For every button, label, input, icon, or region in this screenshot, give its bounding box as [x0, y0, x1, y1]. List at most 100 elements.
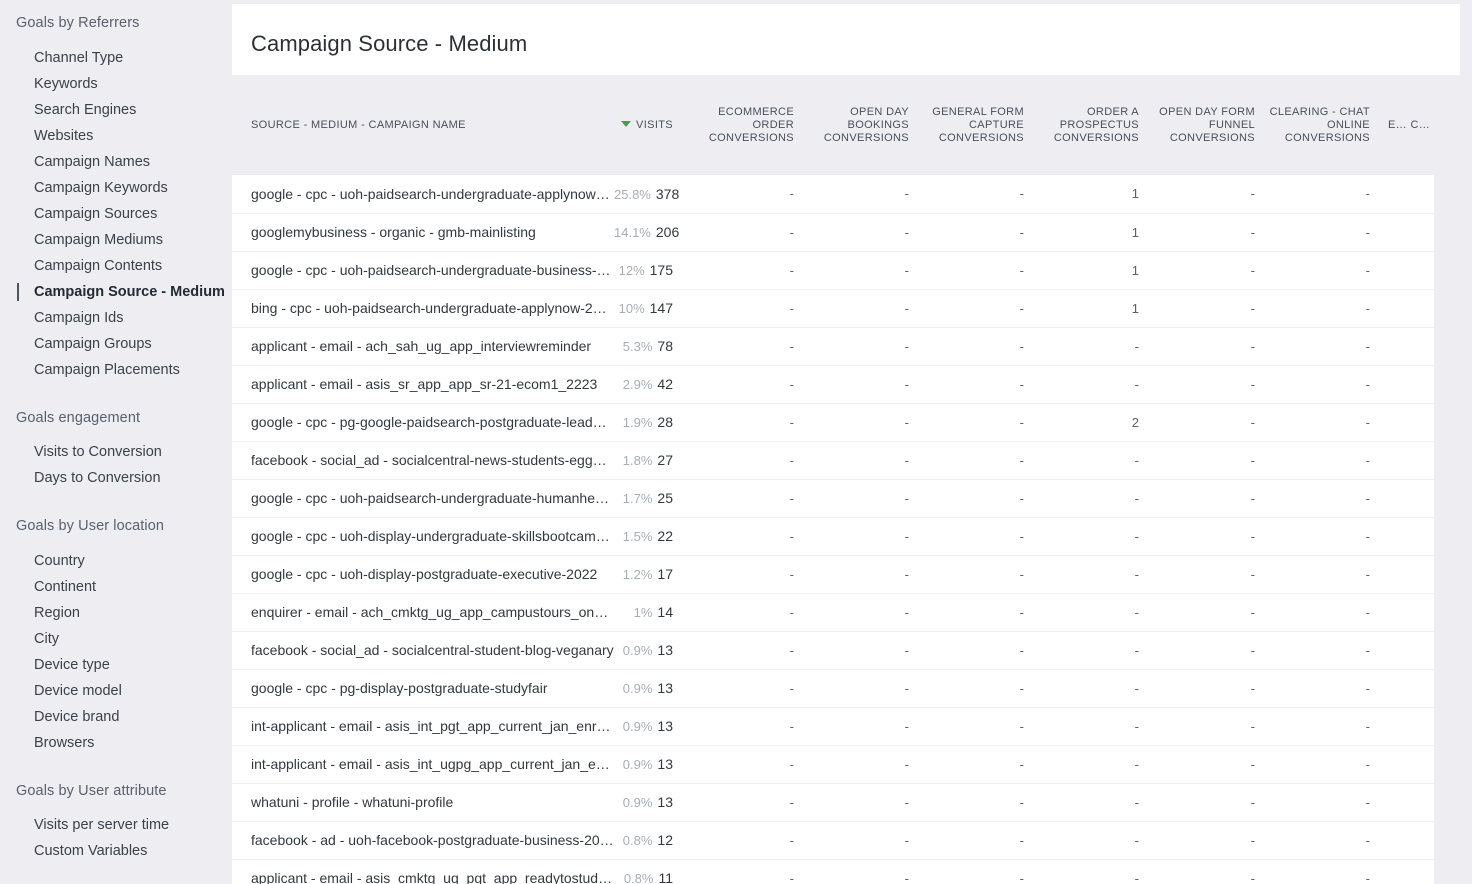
cell-metric-4: - — [1134, 832, 1139, 848]
sidebar-item-device-type[interactable]: Device type — [0, 652, 232, 678]
visits-percentage: 0.8% — [622, 833, 653, 848]
cell-source-medium-campaign-name[interactable]: enquirer - email - ach_cmktg_ug_app_camp… — [232, 593, 614, 631]
sidebar-item-websites[interactable]: Websites — [0, 123, 232, 149]
cell-source-medium-campaign-name[interactable]: int-applicant - email - asis_int_ugpg_ap… — [232, 745, 614, 783]
table-row[interactable]: facebook - social_ad - socialcentral-stu… — [232, 631, 1434, 669]
table-row[interactable]: applicant - email - asis_cmktg_ug_pgt_ap… — [232, 859, 1434, 884]
table-row[interactable]: whatuni - profile - whatuni-profile 0.9% 1… — [232, 783, 1434, 821]
column-header-clipped[interactable]: E… C… — [1380, 75, 1434, 175]
table-row[interactable]: googlemybusiness - organic - gmb-mainlis… — [232, 213, 1434, 251]
sidebar-item-days-to-conversion[interactable]: Days to Conversion — [0, 465, 232, 491]
column-header-visits[interactable]: VISITS — [614, 75, 689, 175]
column-header-source-medium-campaign-name[interactable]: SOURCE - MEDIUM - CAMPAIGN NAME — [232, 75, 614, 175]
cell-source-medium-campaign-name[interactable]: facebook - social_ad - socialcentral-stu… — [232, 631, 614, 669]
cell-metric-1: - — [789, 224, 794, 240]
sidebar-item-keywords[interactable]: Keywords — [0, 71, 232, 97]
column-header-ecommerce-order-conversions[interactable]: ECOMMERCE ORDER CONVERSIONS — [689, 75, 804, 175]
table-row[interactable]: facebook - ad - uoh-facebook-postgraduat… — [232, 821, 1434, 859]
report-table-container[interactable]: SOURCE - MEDIUM - CAMPAIGN NAME VISITS E… — [232, 75, 1434, 884]
table-row[interactable]: int-applicant - email - asis_int_ugpg_ap… — [232, 745, 1434, 783]
visits-percentage: 1% — [633, 605, 653, 620]
table-row[interactable]: google - cpc - uoh-paidsearch-undergradu… — [232, 479, 1434, 517]
cell-metric-3: - — [1019, 642, 1024, 658]
cell-source-medium-campaign-name[interactable]: applicant - email - asis_sr_app_app_sr-2… — [232, 365, 614, 403]
cell-metric-2: - — [904, 794, 909, 810]
sidebar-item-campaign-keywords[interactable]: Campaign Keywords — [0, 175, 232, 201]
cell-visits: 1.8% 27 — [614, 441, 689, 479]
cell-source-medium-campaign-name[interactable]: google - cpc - pg-display-postgraduate-s… — [232, 669, 614, 707]
sidebar-item-label: Campaign Names — [34, 153, 151, 170]
sidebar-item-custom-variables[interactable]: Custom Variables — [0, 838, 232, 864]
sidebar-item-channel-type[interactable]: Channel Type — [0, 45, 232, 71]
visits-percentage: 0.9% — [622, 681, 653, 696]
table-row[interactable]: applicant - email - asis_sr_app_app_sr-2… — [232, 365, 1434, 403]
cell-source-medium-campaign-name[interactable]: google - cpc - uoh-paidsearch-undergradu… — [232, 479, 614, 517]
sidebar-item-campaign-groups[interactable]: Campaign Groups — [0, 331, 232, 357]
sidebar-item-campaign-source-medium[interactable]: Campaign Source - Medium — [0, 279, 232, 305]
cell-source-medium-campaign-name[interactable]: google - cpc - uoh-display-postgraduate-… — [232, 555, 614, 593]
visits-value: 78 — [657, 338, 673, 354]
table-row[interactable]: enquirer - email - ach_cmktg_ug_app_camp… — [232, 593, 1434, 631]
sidebar-item-campaign-sources[interactable]: Campaign Sources — [0, 201, 232, 227]
sidebar-item-visits-to-conversion[interactable]: Visits to Conversion — [0, 439, 232, 465]
cell-source-medium-campaign-name[interactable]: whatuni - profile - whatuni-profile — [232, 783, 614, 821]
cell-source-medium-campaign-name[interactable]: google - cpc - pg-google-paidsearch-post… — [232, 403, 614, 441]
cell-metric-clipped — [1380, 441, 1434, 479]
cell-metric-4: 1 — [1131, 262, 1139, 278]
sidebar-item-campaign-names[interactable]: Campaign Names — [0, 149, 232, 175]
table-row[interactable]: google - cpc - uoh-display-postgraduate-… — [232, 555, 1434, 593]
table-row[interactable]: google - cpc - uoh-paidsearch-undergradu… — [232, 175, 1434, 213]
sidebar-item-campaign-ids[interactable]: Campaign Ids — [0, 305, 232, 331]
cell-source-medium-campaign-name[interactable]: bing - cpc - uoh-paidsearch-undergraduat… — [232, 289, 614, 327]
column-header-order-a-prospectus-conversions[interactable]: ORDER A PROSPECTUS CONVERSIONS — [1034, 75, 1149, 175]
cell-source-medium-campaign-name[interactable]: googlemybusiness - organic - gmb-mainlis… — [232, 213, 614, 251]
table-row[interactable]: google - cpc - uoh-display-undergraduate… — [232, 517, 1434, 555]
table-row[interactable]: applicant - email - ach_sah_ug_app_inter… — [232, 327, 1434, 365]
sidebar-item-campaign-contents[interactable]: Campaign Contents — [0, 253, 232, 279]
sidebar-item-continent[interactable]: Continent — [0, 574, 232, 600]
column-header-general-form-capture-conversions[interactable]: GENERAL FORM CAPTURE CONVERSIONS — [919, 75, 1034, 175]
column-header-open-day-bookings-conversions[interactable]: OPEN DAY BOOKINGS CONVERSIONS — [804, 75, 919, 175]
cell-metric-6: - — [1365, 718, 1370, 734]
cell-source-medium-campaign-name[interactable]: google - cpc - uoh-paidsearch-undergradu… — [232, 175, 614, 213]
sidebar-item-label: Campaign Sources — [34, 205, 158, 222]
sidebar-item-browsers[interactable]: Browsers — [0, 730, 232, 756]
sidebar-item-search-engines[interactable]: Search Engines — [0, 97, 232, 123]
cell-metric-4: - — [1134, 870, 1139, 884]
visits-value: 13 — [657, 718, 673, 734]
sidebar-group-title: Goals by User attribute — [16, 782, 167, 799]
column-header-label: ORDER A PROSPECTUS CONVERSIONS — [1053, 105, 1139, 144]
table-row[interactable]: google - cpc - pg-display-postgraduate-s… — [232, 669, 1434, 707]
cell-metric-5: - — [1250, 224, 1255, 240]
cell-source-medium-campaign-name[interactable]: google - cpc - uoh-display-undergraduate… — [232, 517, 614, 555]
sidebar-item-region[interactable]: Region — [0, 600, 232, 626]
cell-source-medium-campaign-name[interactable]: int-applicant - email - asis_int_pgt_app… — [232, 707, 614, 745]
visits-percentage: 0.9% — [622, 643, 653, 658]
cell-source-medium-campaign-name[interactable]: applicant - email - asis_cmktg_ug_pgt_ap… — [232, 859, 614, 884]
cell-source-medium-campaign-name[interactable]: applicant - email - ach_sah_ug_app_inter… — [232, 327, 614, 365]
sidebar-item-device-model[interactable]: Device model — [0, 678, 232, 704]
sidebar-item-visits-per-server-time[interactable]: Visits per server time — [0, 812, 232, 838]
sidebar-item-label: Visits per server time — [34, 817, 170, 833]
sidebar-item-campaign-placements[interactable]: Campaign Placements — [0, 357, 232, 383]
column-header-label: OPEN DAY BOOKINGS CONVERSIONS — [823, 105, 909, 144]
sidebar-item-country[interactable]: Country — [0, 548, 232, 574]
cell-source-medium-campaign-name[interactable]: google - cpc - uoh-paidsearch-undergradu… — [232, 251, 614, 289]
column-header-open-day-form-funnel-conversions[interactable]: OPEN DAY FORM FUNNEL CONVERSIONS — [1149, 75, 1265, 175]
sidebar-item-device-brand[interactable]: Device brand — [0, 704, 232, 730]
table-row[interactable]: google - cpc - uoh-paidsearch-undergradu… — [232, 251, 1434, 289]
sidebar-item-campaign-mediums[interactable]: Campaign Mediums — [0, 227, 232, 253]
sidebar-item-label: Browsers — [34, 734, 95, 751]
table-row[interactable]: int-applicant - email - asis_int_pgt_app… — [232, 707, 1434, 745]
cell-source-medium-campaign-name[interactable]: facebook - ad - uoh-facebook-postgraduat… — [232, 821, 614, 859]
table-row[interactable]: google - cpc - pg-google-paidsearch-post… — [232, 403, 1434, 441]
left-sidebar-navigation: Goals by Referrers Channel Type Keywords Se… — [0, 0, 232, 884]
sidebar-item-city[interactable]: City — [0, 626, 232, 652]
cell-source-medium-campaign-name[interactable]: facebook - social_ad - socialcentral-new… — [232, 441, 614, 479]
sidebar-item-label: Region — [34, 604, 80, 621]
table-row[interactable]: bing - cpc - uoh-paidsearch-undergraduat… — [232, 289, 1434, 327]
column-header-clearing-chat-online-conversions[interactable]: CLEARING - CHAT ONLINE CONVERSIONS — [1265, 75, 1380, 175]
table-row[interactable]: facebook - social_ad - socialcentral-new… — [232, 441, 1434, 479]
cell-metric-2: - — [904, 262, 909, 278]
cell-metric-1: - — [789, 414, 794, 430]
